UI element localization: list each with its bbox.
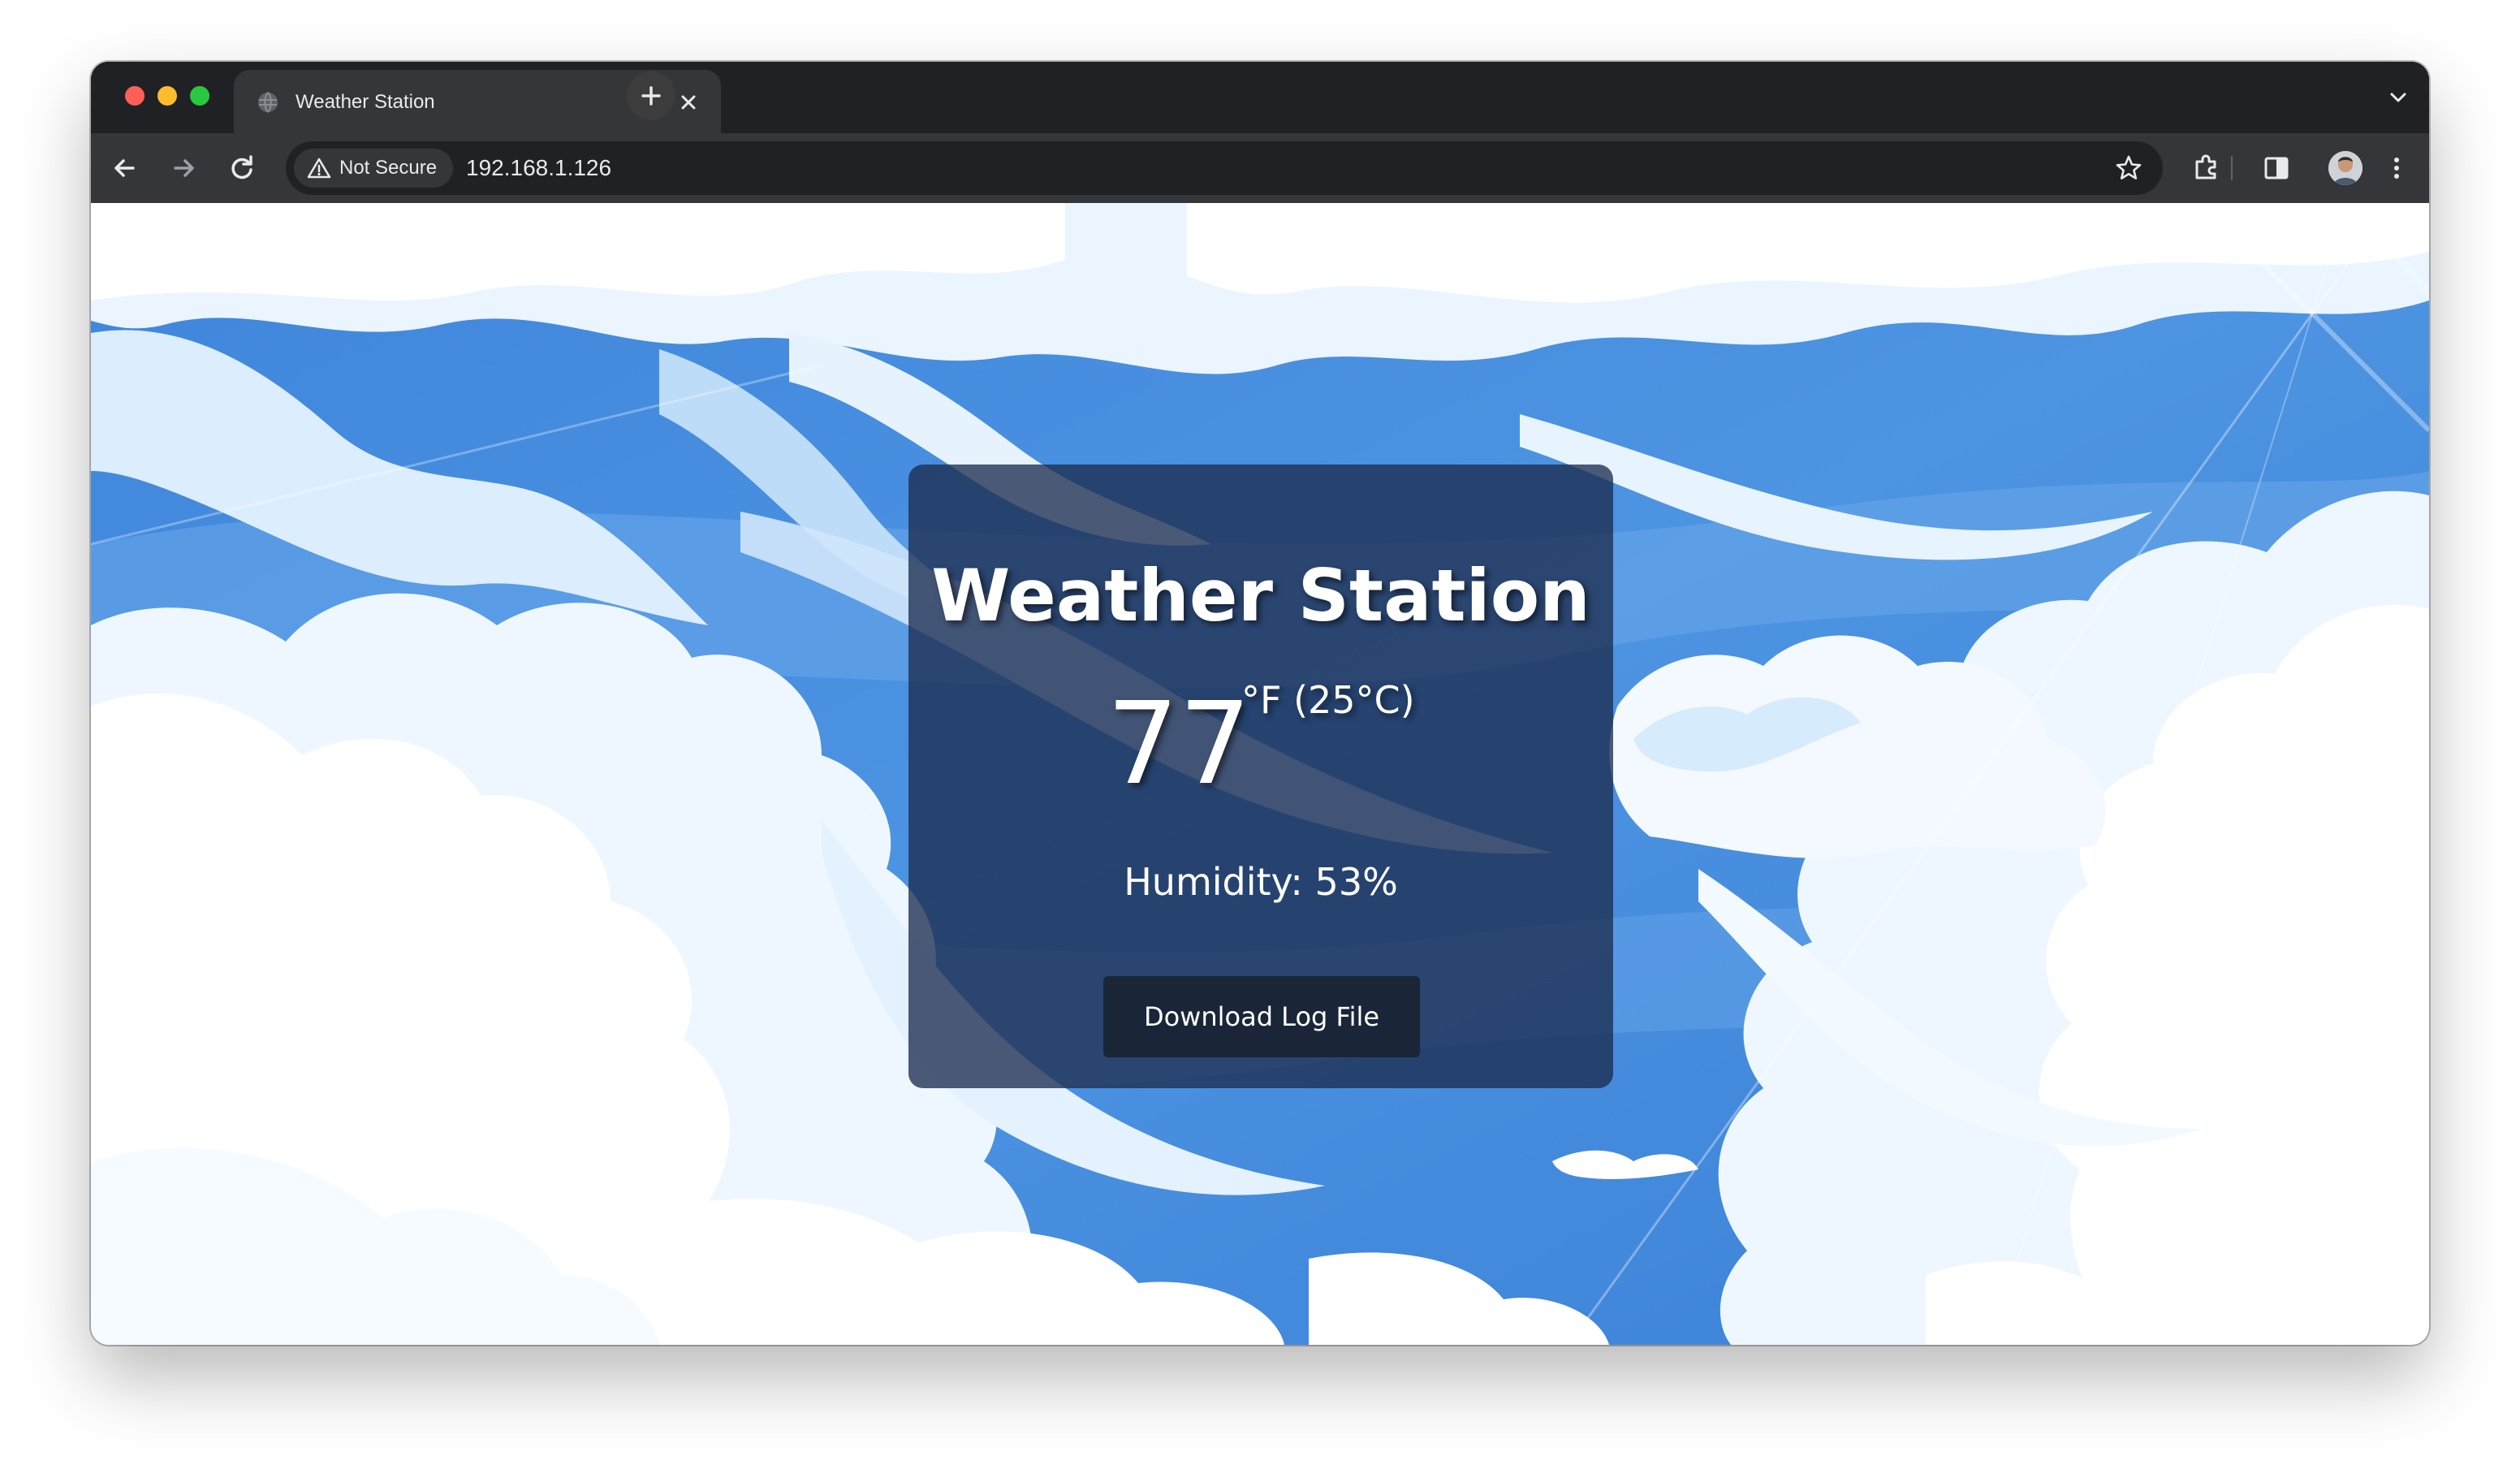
weather-card: Weather Station 77 °F (25°C) Humidity: 5… [908, 465, 1613, 1088]
close-window-button[interactable] [125, 86, 145, 106]
back-button[interactable] [107, 150, 143, 186]
avatar[interactable] [2328, 151, 2362, 185]
download-log-button[interactable]: Download Log File [1103, 976, 1420, 1057]
new-tab-button[interactable] [627, 71, 675, 120]
kebab-menu-icon[interactable] [2379, 150, 2414, 186]
toolbar-divider [2231, 156, 2233, 180]
url-text[interactable]: 192.168.1.126 [466, 155, 611, 181]
star-icon[interactable] [2114, 153, 2143, 183]
humidity-reading: Humidity: 53% [1124, 860, 1398, 904]
tab-title: Weather Station [296, 91, 435, 113]
page-title: Weather Station [931, 554, 1590, 637]
zoom-window-button[interactable] [190, 86, 209, 106]
security-chip-label: Not Secure [339, 157, 438, 179]
page-viewport: Weather Station 77 °F (25°C) Humidity: 5… [91, 203, 2429, 1345]
globe-icon [258, 92, 278, 113]
forward-button[interactable] [166, 150, 201, 186]
tab-strip: Weather Station [91, 62, 2429, 133]
browser-window: Weather Station Not Secure 192.168.1.126… [91, 62, 2429, 1345]
side-panel-icon[interactable] [2259, 150, 2294, 186]
profile-icon [2328, 151, 2362, 185]
minimize-window-button[interactable] [158, 86, 177, 106]
reload-button[interactable] [224, 150, 260, 186]
close-icon[interactable] [674, 88, 703, 117]
chevron-down-icon[interactable] [2384, 83, 2413, 112]
plus-icon [641, 86, 661, 106]
puzzle-icon[interactable] [2189, 150, 2224, 186]
warning-triangle-icon [307, 158, 331, 179]
address-bar[interactable]: Not Secure 192.168.1.126 [286, 141, 2163, 195]
security-chip[interactable]: Not Secure [294, 149, 453, 188]
temperature-unit: °F (25°C) [1241, 678, 1415, 722]
browser-toolbar: Not Secure 192.168.1.126 [91, 133, 2429, 203]
temperature-value: 77 [1107, 678, 1252, 810]
desktop: Weather Station Not Secure 192.168.1.126… [0, 0, 2520, 1465]
